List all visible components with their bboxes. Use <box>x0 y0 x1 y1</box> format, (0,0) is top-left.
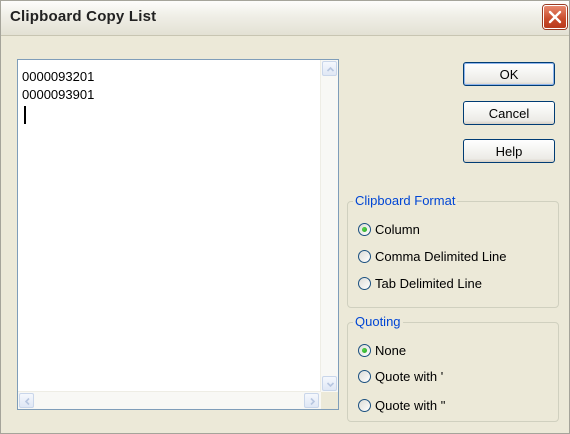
radio-button[interactable] <box>358 250 371 263</box>
radio-quote-single[interactable]: Quote with ' <box>358 369 443 384</box>
radio-label: Column <box>375 222 420 237</box>
radio-column[interactable]: Column <box>358 222 420 237</box>
text-caret <box>24 106 26 124</box>
arrow-right-icon <box>310 397 316 406</box>
radio-label: Quote with ' <box>375 369 444 384</box>
text-content: 0000093201 0000093901 <box>22 68 94 104</box>
horizontal-scrollbar[interactable] <box>18 391 321 409</box>
dialog-title: Clipboard Copy List <box>10 8 157 25</box>
radio-button[interactable] <box>358 399 371 412</box>
scroll-left-button[interactable] <box>19 393 34 408</box>
arrow-up-icon <box>326 66 335 72</box>
title-bar[interactable]: Clipboard Copy List <box>1 1 569 36</box>
arrow-left-icon <box>24 397 30 406</box>
scroll-up-button[interactable] <box>322 61 337 76</box>
ok-button[interactable]: OK <box>463 62 555 86</box>
radio-none[interactable]: None <box>358 343 406 358</box>
radio-tab-delimited-line[interactable]: Tab Delimited Line <box>358 276 482 291</box>
radio-label: None <box>375 343 407 358</box>
radio-comma-delimited-line[interactable]: Comma Delimited Line <box>358 249 507 264</box>
radio-quote-double[interactable]: Quote with " <box>358 398 445 413</box>
arrow-down-icon <box>326 382 335 388</box>
quoting-legend: Quoting <box>353 314 403 329</box>
radio-label: Tab Delimited Line <box>375 276 482 291</box>
radio-button-checked[interactable] <box>358 223 371 236</box>
help-button[interactable]: Help <box>463 139 555 163</box>
close-button[interactable] <box>543 5 567 29</box>
copy-list-textarea[interactable]: 0000093201 0000093901 <box>17 59 339 410</box>
scroll-down-button[interactable] <box>322 376 337 391</box>
clipboard-copy-list-dialog: Clipboard Copy List 0000093201 000009390… <box>0 0 570 434</box>
clipboard-format-legend: Clipboard Format <box>353 193 458 208</box>
vertical-scrollbar[interactable] <box>320 60 338 392</box>
radio-button[interactable] <box>358 370 371 383</box>
radio-label: Comma Delimited Line <box>375 249 507 264</box>
list-line: 0000093901 <box>22 87 95 102</box>
radio-label: Quote with " <box>375 398 446 413</box>
close-icon <box>548 10 562 24</box>
radio-button-checked[interactable] <box>358 344 371 357</box>
scrollbar-corner <box>321 392 338 409</box>
radio-button[interactable] <box>358 277 371 290</box>
list-line: 0000093201 <box>22 69 95 84</box>
scroll-right-button[interactable] <box>304 393 319 408</box>
cancel-button[interactable]: Cancel <box>463 101 555 125</box>
